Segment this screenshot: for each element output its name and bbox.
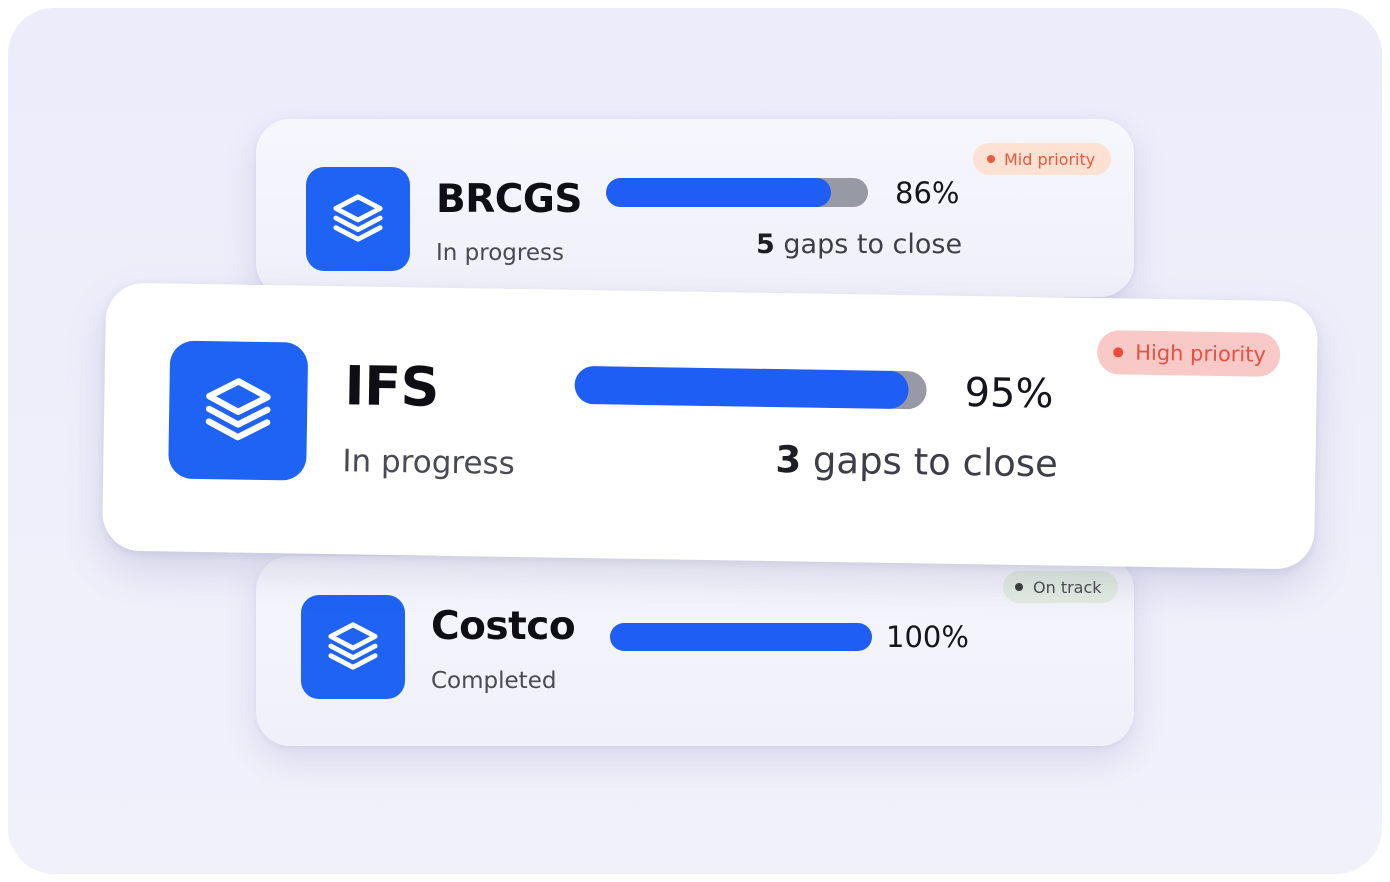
- progress-fill: [574, 365, 910, 410]
- progress-fill: [610, 623, 872, 651]
- progress-percent: 100%: [886, 620, 969, 654]
- layers-stack-icon: [328, 622, 378, 670]
- standard-status: In progress: [436, 240, 564, 266]
- badge-dot: [1113, 347, 1124, 358]
- standard-icon-tile: [306, 167, 410, 271]
- standard-icon-tile: [301, 595, 405, 699]
- layers-stack-icon: [205, 378, 271, 441]
- gaps-to-close: 3 gaps to close: [775, 438, 1058, 485]
- priority-badge: Mid priority: [973, 143, 1112, 175]
- layers-stack-icon: [333, 194, 383, 242]
- gaps-text: gaps to close: [783, 229, 963, 260]
- standard-title: IFS: [344, 354, 440, 419]
- standard-title: BRCGS: [436, 177, 582, 222]
- standard-icon-tile: [168, 340, 309, 481]
- standard-status: Completed: [431, 668, 557, 694]
- standard-card-ifs[interactable]: IFS In progress 95% 3 gaps to close High…: [101, 282, 1319, 570]
- gaps-count: 5: [756, 229, 775, 260]
- standard-title: Costco: [431, 604, 576, 649]
- status-badge: On track: [1003, 571, 1118, 603]
- standard-status: In progress: [342, 443, 516, 482]
- progress-bar: [574, 365, 927, 410]
- badge-dot: [1015, 583, 1023, 591]
- badge-label: On track: [1033, 577, 1102, 597]
- gaps-text: gaps to close: [812, 438, 1059, 486]
- standard-card-costco[interactable]: Costco Completed 100% On track: [256, 556, 1134, 746]
- progress-bar: [606, 178, 868, 207]
- priority-badge: High priority: [1096, 330, 1281, 377]
- progress-percent: 95%: [964, 369, 1054, 418]
- progress-bar: [610, 623, 872, 651]
- standard-card-brcgs[interactable]: BRCGS In progress 86% 5 gaps to close Mi…: [256, 119, 1134, 297]
- gaps-to-close: 5 gaps to close: [756, 229, 962, 260]
- badge-label: Mid priority: [1004, 149, 1096, 169]
- progress-percent: 86%: [895, 176, 960, 210]
- gaps-count: 3: [775, 438, 802, 482]
- badge-label: High priority: [1135, 340, 1267, 367]
- progress-fill: [606, 178, 832, 207]
- badge-dot: [987, 155, 995, 163]
